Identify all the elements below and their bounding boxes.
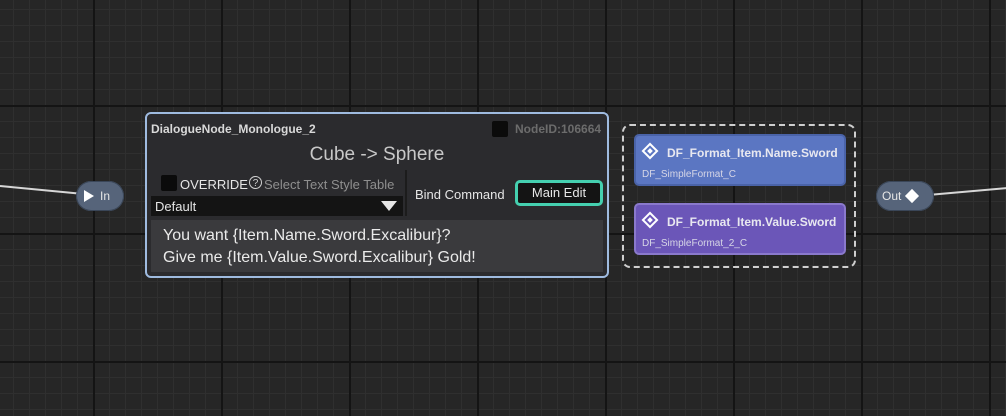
input-pin-label: In <box>100 189 111 203</box>
override-checkbox[interactable] <box>161 175 177 191</box>
format-node-value-sword[interactable]: DF_Format_Item.Value.Sword DF_SimpleForm… <box>634 203 846 255</box>
node-id: NodeID:106664 <box>515 122 602 136</box>
override-label: OVERRIDE <box>180 177 248 192</box>
format-node-class: DF_SimpleFormat_2_C <box>642 238 748 249</box>
main-edit-button[interactable]: Main Edit <box>515 180 603 206</box>
format-tag-icon <box>641 211 659 229</box>
output-diamond-icon <box>905 188 920 204</box>
style-dropdown-value: Default <box>155 199 197 214</box>
node-id-checkbox[interactable] <box>492 121 508 137</box>
dialogue-text-area[interactable]: You want {Item.Name.Sword.Excalibur}? Gi… <box>151 220 603 272</box>
output-pin[interactable]: Out <box>876 181 934 211</box>
format-node-title: DF_Format_Item.Value.Sword <box>667 215 837 229</box>
chevron-down-icon <box>381 201 397 211</box>
style-dropdown[interactable]: Default <box>151 196 403 216</box>
format-node-name-sword[interactable]: DF_Format_Item.Name.Sword DF_SimpleForma… <box>634 134 846 186</box>
text-style-table-picker[interactable]: Select Text Style Table <box>264 177 394 192</box>
format-node-class: DF_SimpleFormat_C <box>642 169 736 180</box>
format-tag-icon <box>641 142 659 160</box>
node-title: Cube -> Sphere <box>309 144 445 165</box>
output-wire <box>927 187 1006 196</box>
bind-command-button[interactable]: Bind Command <box>415 187 505 202</box>
dialogue-text-line-1: You want {Item.Name.Sword.Excalibur}? <box>163 227 451 244</box>
help-icon[interactable]: ? <box>249 176 262 189</box>
divider <box>405 170 407 216</box>
output-pin-label: Out <box>882 189 902 203</box>
exec-arrow-icon <box>84 190 94 202</box>
node-name: DialogueNode_Monologue_2 <box>151 122 316 136</box>
input-wire <box>0 185 84 196</box>
input-pin[interactable]: In <box>76 181 124 211</box>
dialogue-text-line-2: Give me {Item.Value.Sword.Excalibur} Gol… <box>163 249 476 266</box>
dialogue-node[interactable]: DialogueNode_Monologue_2 NodeID:106664 C… <box>145 112 609 278</box>
format-node-title: DF_Format_Item.Name.Sword <box>667 146 838 160</box>
